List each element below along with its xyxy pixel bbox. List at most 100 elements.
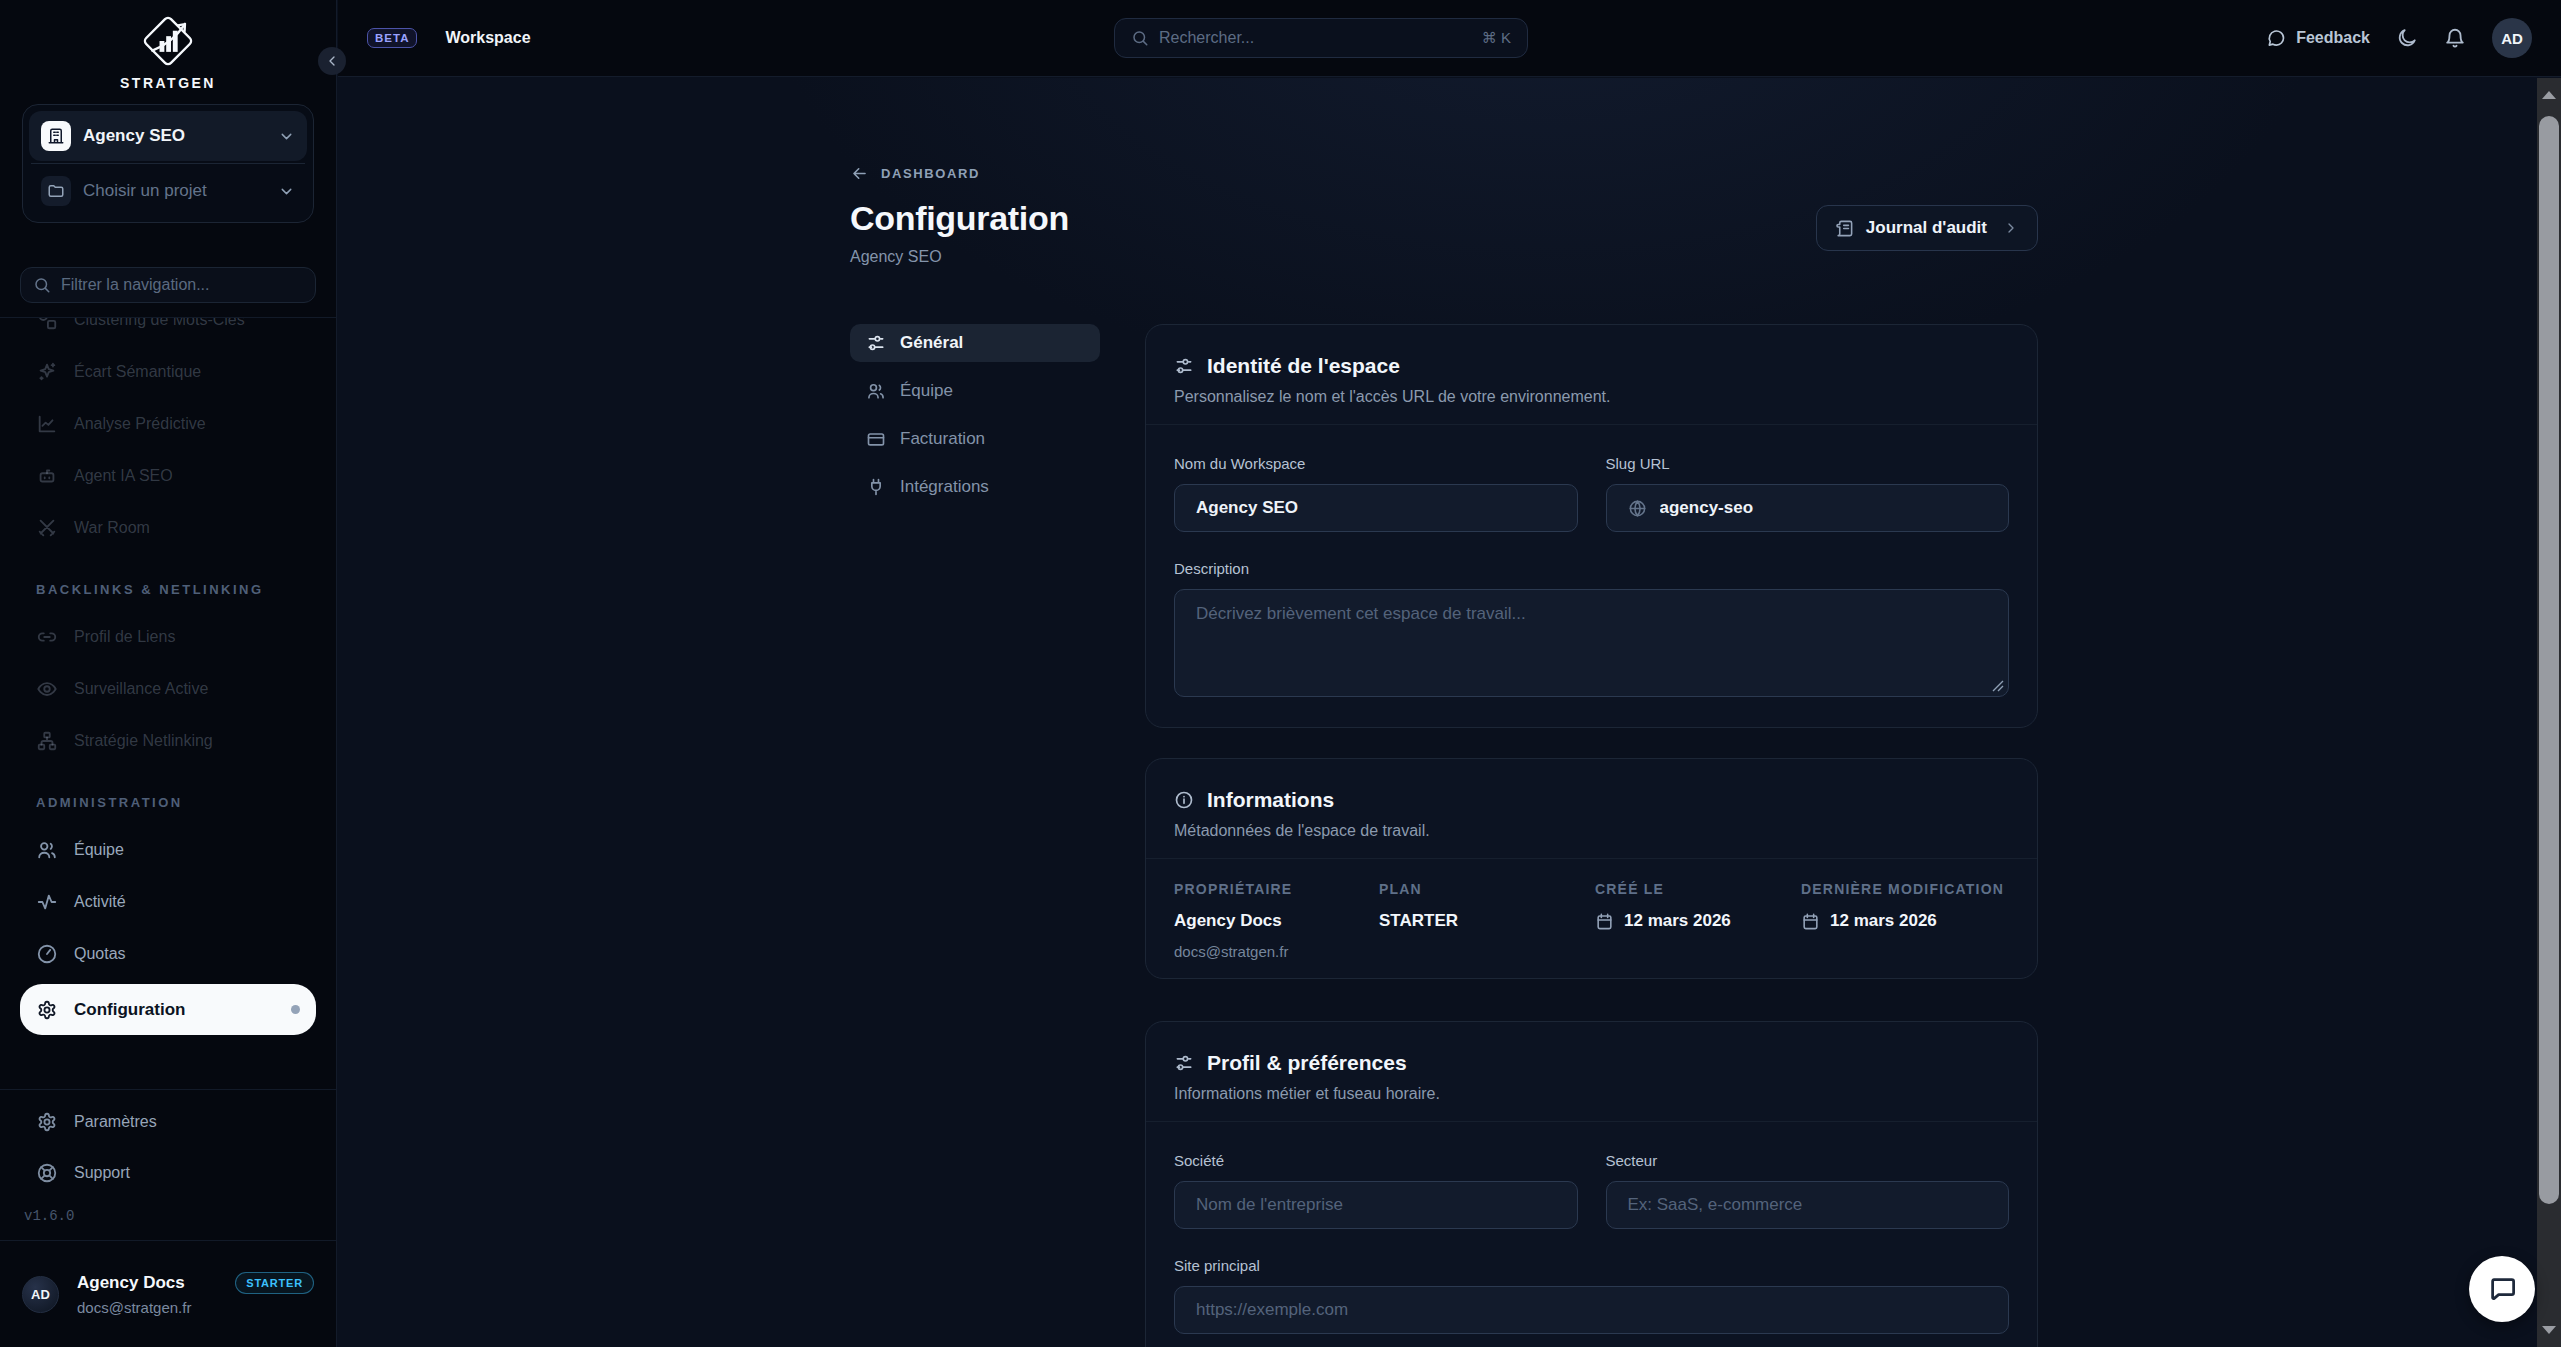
- users-icon: [36, 839, 58, 861]
- chat-bubble-icon: [2487, 1274, 2517, 1304]
- sparkles-icon: [36, 361, 58, 383]
- project-selector[interactable]: Choisir un projet: [29, 166, 307, 216]
- topbar: BETA Workspace ⌘ K Feedback AD: [338, 0, 2561, 77]
- sidebar-item-clustering[interactable]: Clustering de Mots-Clés: [20, 317, 316, 342]
- activity-icon: [36, 891, 58, 913]
- scrollbar-thumb[interactable]: [2539, 116, 2559, 1204]
- active-dot: [291, 1005, 300, 1014]
- topbar-title: Workspace: [445, 29, 530, 47]
- gear-icon: [36, 1111, 58, 1133]
- filter-input[interactable]: [61, 276, 303, 294]
- card-title: Identité de l'espace: [1207, 354, 1400, 378]
- field-label: Nom du Workspace: [1174, 455, 1578, 472]
- scroll-up-arrow[interactable]: [2537, 80, 2561, 110]
- sidebar-item-analyse-predictive[interactable]: Analyse Prédictive: [20, 402, 316, 446]
- company-input[interactable]: [1196, 1195, 1556, 1215]
- sidebar-item-ecart-semantique[interactable]: Écart Sémantique: [20, 350, 316, 394]
- chat-bubble-icon: [2266, 28, 2286, 48]
- resize-handle[interactable]: [1992, 680, 2004, 692]
- user-card[interactable]: AD Agency Docs STARTER docs@stratgen.fr: [0, 1240, 336, 1347]
- project-placeholder: Choisir un projet: [83, 181, 278, 201]
- settings-subnav: Général Équipe Facturation Intégrations: [850, 324, 1100, 1347]
- credit-card-icon: [866, 429, 886, 449]
- calendar-icon: [1595, 912, 1614, 931]
- card-subtitle: Métadonnées de l'espace de travail.: [1174, 822, 2009, 840]
- site-field: [1174, 1286, 2009, 1334]
- sidebar-item-configuration[interactable]: Configuration: [20, 984, 316, 1035]
- field-label: Société: [1174, 1152, 1578, 1169]
- chat-fab-button[interactable]: [2469, 1256, 2535, 1322]
- sidebar-item-activite[interactable]: Activité: [20, 880, 316, 924]
- scroll-down-arrow[interactable]: [2537, 1315, 2561, 1345]
- back-link[interactable]: DASHBOARD: [850, 164, 2038, 183]
- tab-general[interactable]: Général: [850, 324, 1100, 362]
- site-input[interactable]: [1196, 1300, 1987, 1320]
- audit-log-button[interactable]: Journal d'audit: [1816, 205, 2038, 251]
- chart-line-icon: [36, 413, 58, 435]
- global-search[interactable]: ⌘ K: [1114, 18, 1528, 58]
- search-icon: [33, 276, 51, 294]
- sidebar-filter[interactable]: [20, 267, 316, 303]
- app-version: v1.6.0: [20, 1202, 316, 1234]
- search-icon: [1131, 29, 1149, 47]
- sidebar-item-surveillance[interactable]: Surveillance Active: [20, 667, 316, 711]
- user-avatar-button[interactable]: AD: [2492, 18, 2532, 58]
- brand-name: STRATGEN: [120, 75, 216, 91]
- folder-icon: [41, 176, 71, 206]
- sidebar-item-parametres[interactable]: Paramètres: [20, 1100, 316, 1144]
- section-administration: ADMINISTRATION: [20, 795, 316, 810]
- workspace-name: Agency SEO: [83, 126, 278, 146]
- field-label: Description: [1174, 560, 2009, 577]
- sidebar-collapse-button[interactable]: [318, 47, 346, 75]
- tab-facturation[interactable]: Facturation: [850, 420, 1100, 458]
- lifebuoy-icon: [36, 1162, 58, 1184]
- workspace-selector: Agency SEO Choisir un projet: [22, 104, 314, 223]
- info-created: CRÉÉ LE 12 mars 2026: [1595, 881, 1801, 960]
- keyboard-shortcut: ⌘ K: [1482, 29, 1511, 47]
- swords-icon: [36, 517, 58, 539]
- slug-input[interactable]: [1660, 498, 1988, 518]
- notifications-button[interactable]: [2444, 27, 2466, 49]
- plan-badge: STARTER: [235, 1272, 314, 1294]
- sidebar-nav: Clustering de Mots-Clés Écart Sémantique…: [0, 317, 336, 1089]
- description-input[interactable]: [1196, 604, 1987, 682]
- main-content: DASHBOARD Configuration Agency SEO Journ…: [338, 78, 2537, 1347]
- sidebar-item-strategie-netlinking[interactable]: Stratégie Netlinking: [20, 719, 316, 763]
- field-label: Slug URL: [1606, 455, 2010, 472]
- profile-card: Profil & préférences Informations métier…: [1145, 1021, 2038, 1347]
- eye-icon: [36, 678, 58, 700]
- brand-logo: STRATGEN: [0, 0, 336, 91]
- card-subtitle: Personnalisez le nom et l'accès URL de v…: [1174, 388, 2009, 406]
- tab-integrations[interactable]: Intégrations: [850, 468, 1100, 506]
- scrollbar[interactable]: [2537, 78, 2561, 1347]
- info-card: Informations Métadonnées de l'espace de …: [1145, 758, 2038, 979]
- info-icon: [1174, 790, 1194, 810]
- sector-input[interactable]: [1628, 1195, 1988, 1215]
- workspace-name-input[interactable]: [1196, 498, 1556, 518]
- robot-icon: [36, 465, 58, 487]
- sidebar-item-agent-ia[interactable]: Agent IA SEO: [20, 454, 316, 498]
- tab-equipe[interactable]: Équipe: [850, 372, 1100, 410]
- workspace-name-field: [1174, 484, 1578, 532]
- sidebar-item-war-room[interactable]: War Room: [20, 506, 316, 550]
- global-search-input[interactable]: [1159, 29, 1472, 47]
- feedback-button[interactable]: Feedback: [2266, 28, 2370, 48]
- sidebar: STRATGEN Agency SEO Choisir un projet: [0, 0, 337, 1347]
- info-plan: PLAN STARTER: [1379, 881, 1595, 960]
- sidebar-item-profil-liens[interactable]: Profil de Liens: [20, 615, 316, 659]
- card-title: Profil & préférences: [1207, 1051, 1407, 1075]
- scroll-icon: [1835, 219, 1854, 238]
- building-icon: [41, 121, 71, 151]
- sidebar-item-quotas[interactable]: Quotas: [20, 932, 316, 976]
- theme-toggle-button[interactable]: [2396, 27, 2418, 49]
- chevron-down-icon: [278, 128, 295, 145]
- sidebar-item-equipe[interactable]: Équipe: [20, 828, 316, 872]
- sidebar-item-support[interactable]: Support: [20, 1151, 316, 1195]
- card-subtitle: Informations métier et fuseau horaire.: [1174, 1085, 2009, 1103]
- globe-icon: [1628, 499, 1647, 518]
- beta-badge: BETA: [367, 28, 417, 48]
- plug-icon: [866, 477, 886, 497]
- workspace-current[interactable]: Agency SEO: [29, 111, 307, 161]
- chevron-down-icon: [278, 183, 295, 200]
- calendar-icon: [1801, 912, 1820, 931]
